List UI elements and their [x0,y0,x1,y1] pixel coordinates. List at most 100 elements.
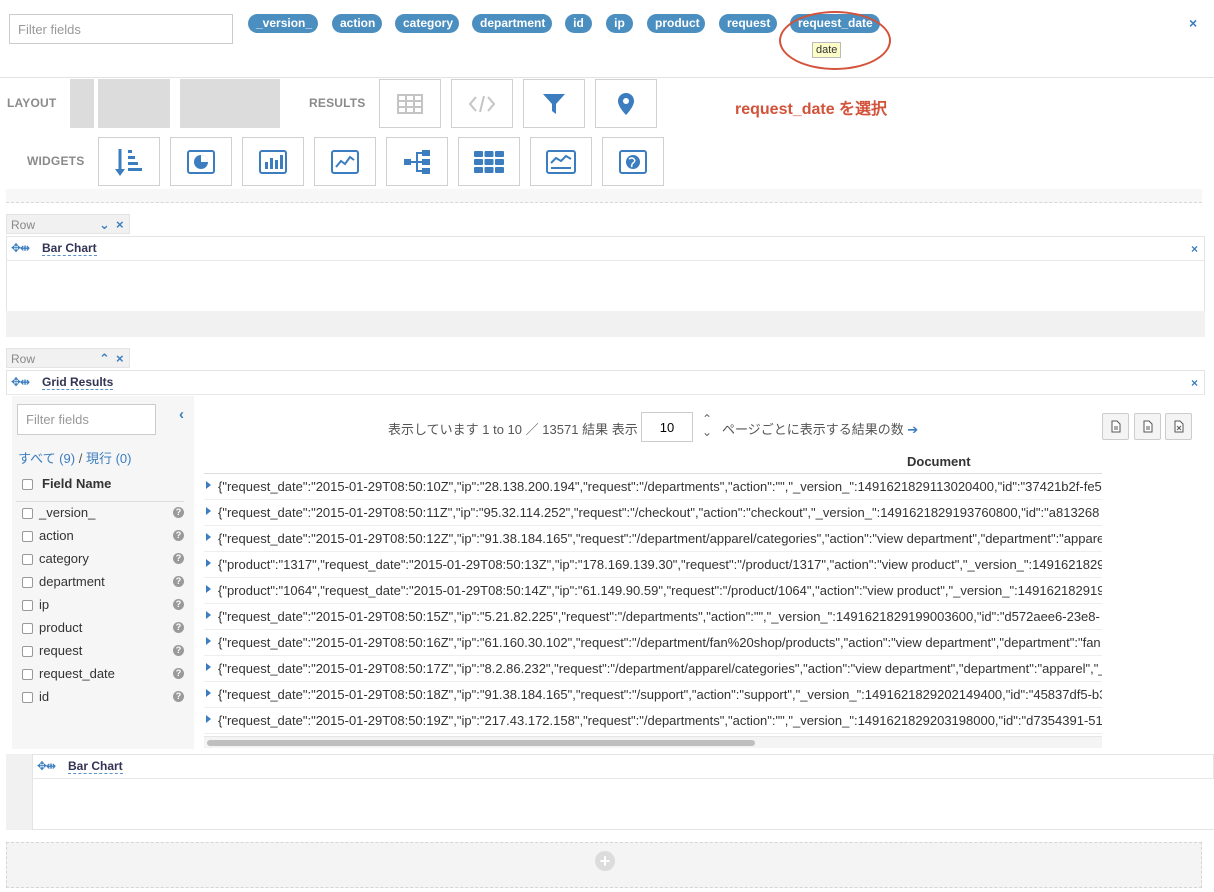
move-icon[interactable]: ✥⇹ [11,375,30,389]
chevron-up-icon[interactable]: ⌃ [99,351,110,367]
tree-widget-button[interactable] [386,137,448,186]
field-pill-request-date[interactable]: request_date [790,14,880,33]
table-row[interactable]: {"request_date":"2015-01-29T08:50:11Z","… [204,500,1102,526]
field-pill-department[interactable]: department [472,14,552,33]
export-xls-button[interactable] [1134,413,1161,440]
close-widget-icon[interactable]: × [1191,376,1198,390]
field-checkbox[interactable] [22,669,33,680]
horizontal-scrollbar[interactable] [204,736,1102,748]
table-row[interactable]: {"request_date":"2015-01-29T08:50:17Z","… [204,656,1102,682]
remove-row-icon[interactable]: × [116,351,124,366]
timeline-widget-button[interactable] [530,137,592,186]
field-row[interactable]: department? [22,573,188,593]
help-icon[interactable]: ? [173,691,184,702]
scrollbar-thumb[interactable] [207,740,755,746]
help-icon[interactable]: ? [173,553,184,564]
field-pill-category[interactable]: category [395,14,459,33]
field-pill-product[interactable]: product [647,14,705,33]
expand-caret-icon[interactable] [206,715,211,723]
field-pill-id[interactable]: id [565,14,592,33]
field-checkbox[interactable] [22,623,33,634]
add-row-dropzone[interactable]: + [6,842,1202,888]
field-row[interactable]: request_date? [22,665,188,685]
widget-title[interactable]: Bar Chart [68,760,123,774]
layout-option-1[interactable] [70,79,94,128]
help-icon[interactable]: ? [173,622,184,633]
chevron-left-icon[interactable]: ‹ [179,406,184,423]
select-all-link[interactable]: すべて (9) [18,451,75,466]
field-row[interactable]: id? [22,688,188,708]
expand-caret-icon[interactable] [206,559,211,567]
facet-widget-button[interactable] [98,137,160,186]
arrow-right-icon[interactable]: ➔ [907,422,918,437]
field-pill-request[interactable]: request [719,14,777,33]
layout-option-2[interactable] [98,79,170,128]
line-widget-button[interactable] [314,137,376,186]
close-widget-icon[interactable]: × [1191,242,1198,256]
help-icon[interactable]: ? [173,668,184,679]
close-icon[interactable]: × [1189,15,1197,31]
field-filter-input[interactable] [17,404,156,435]
help-icon[interactable]: ? [173,507,184,518]
field-checkbox[interactable] [22,692,33,703]
table-row[interactable]: {"request_date":"2015-01-29T08:50:12Z","… [204,526,1102,552]
table-row[interactable]: {"request_date":"2015-01-29T08:50:16Z","… [204,630,1102,656]
expand-caret-icon[interactable] [206,689,211,697]
widget-title[interactable]: Bar Chart [42,242,97,256]
field-row[interactable]: _version_? [22,504,188,524]
expand-caret-icon[interactable] [206,637,211,645]
help-icon[interactable]: ? [173,576,184,587]
field-checkbox[interactable] [22,508,33,519]
field-checkbox[interactable] [22,531,33,542]
select-current-link[interactable]: 現行 (0) [86,451,132,466]
export-json-button[interactable] [1165,413,1192,440]
table-row[interactable]: {"request_date":"2015-01-29T08:50:15Z","… [204,604,1102,630]
field-row[interactable]: action? [22,527,188,547]
field-filter-input[interactable] [9,14,233,44]
move-icon[interactable]: ✥⇹ [37,759,56,773]
field-row[interactable]: request? [22,642,188,662]
widget-title[interactable]: Grid Results [42,376,114,390]
table-row[interactable]: {"product":"1317","request_date":"2015-0… [204,552,1102,578]
help-icon[interactable]: ? [173,645,184,656]
field-pill-action[interactable]: action [332,14,382,33]
help-icon[interactable]: ? [173,599,184,610]
field-checkbox[interactable] [22,646,33,657]
export-csv-button[interactable] [1102,413,1129,440]
field-checkbox[interactable] [22,577,33,588]
field-checkbox[interactable] [22,600,33,611]
expand-caret-icon[interactable] [206,663,211,671]
expand-caret-icon[interactable] [206,481,211,489]
bar-widget-button[interactable] [242,137,304,186]
move-icon[interactable]: ✥⇹ [11,241,30,255]
page-size-input[interactable] [641,412,693,442]
table-row[interactable]: {"request_date":"2015-01-29T08:50:18Z","… [204,682,1102,708]
grid-results-button[interactable] [379,79,441,128]
help-icon[interactable]: ? [173,530,184,541]
plus-icon[interactable]: + [595,851,615,871]
chevron-down-icon[interactable]: ⌄ [99,217,110,233]
field-pill-version[interactable]: _version_ [248,14,318,33]
field-pill-ip[interactable]: ip [606,14,633,33]
html-results-button[interactable] [451,79,513,128]
table-row[interactable]: {"request_date":"2015-01-29T08:50:19Z","… [204,708,1102,734]
page-size-stepper[interactable]: ⌃ ⌄ [702,413,712,439]
map-results-button[interactable] [595,79,657,128]
field-row[interactable]: product? [22,619,188,639]
heatmap-widget-button[interactable] [458,137,520,186]
expand-caret-icon[interactable] [206,507,211,515]
field-checkbox[interactable] [22,554,33,565]
expand-caret-icon[interactable] [206,533,211,541]
expand-caret-icon[interactable] [206,585,211,593]
field-row[interactable]: ip? [22,596,188,616]
field-row[interactable]: category? [22,550,188,570]
filter-results-button[interactable] [523,79,585,128]
table-row[interactable]: {"product":"1064","request_date":"2015-0… [204,578,1102,604]
table-row[interactable]: {"request_date":"2015-01-29T08:50:10Z","… [204,474,1102,500]
remove-row-icon[interactable]: × [116,217,124,232]
expand-caret-icon[interactable] [206,611,211,619]
select-all-checkbox[interactable] [22,479,33,490]
pie-widget-button[interactable] [170,137,232,186]
map-widget-button[interactable] [602,137,664,186]
layout-option-3[interactable] [180,79,280,128]
